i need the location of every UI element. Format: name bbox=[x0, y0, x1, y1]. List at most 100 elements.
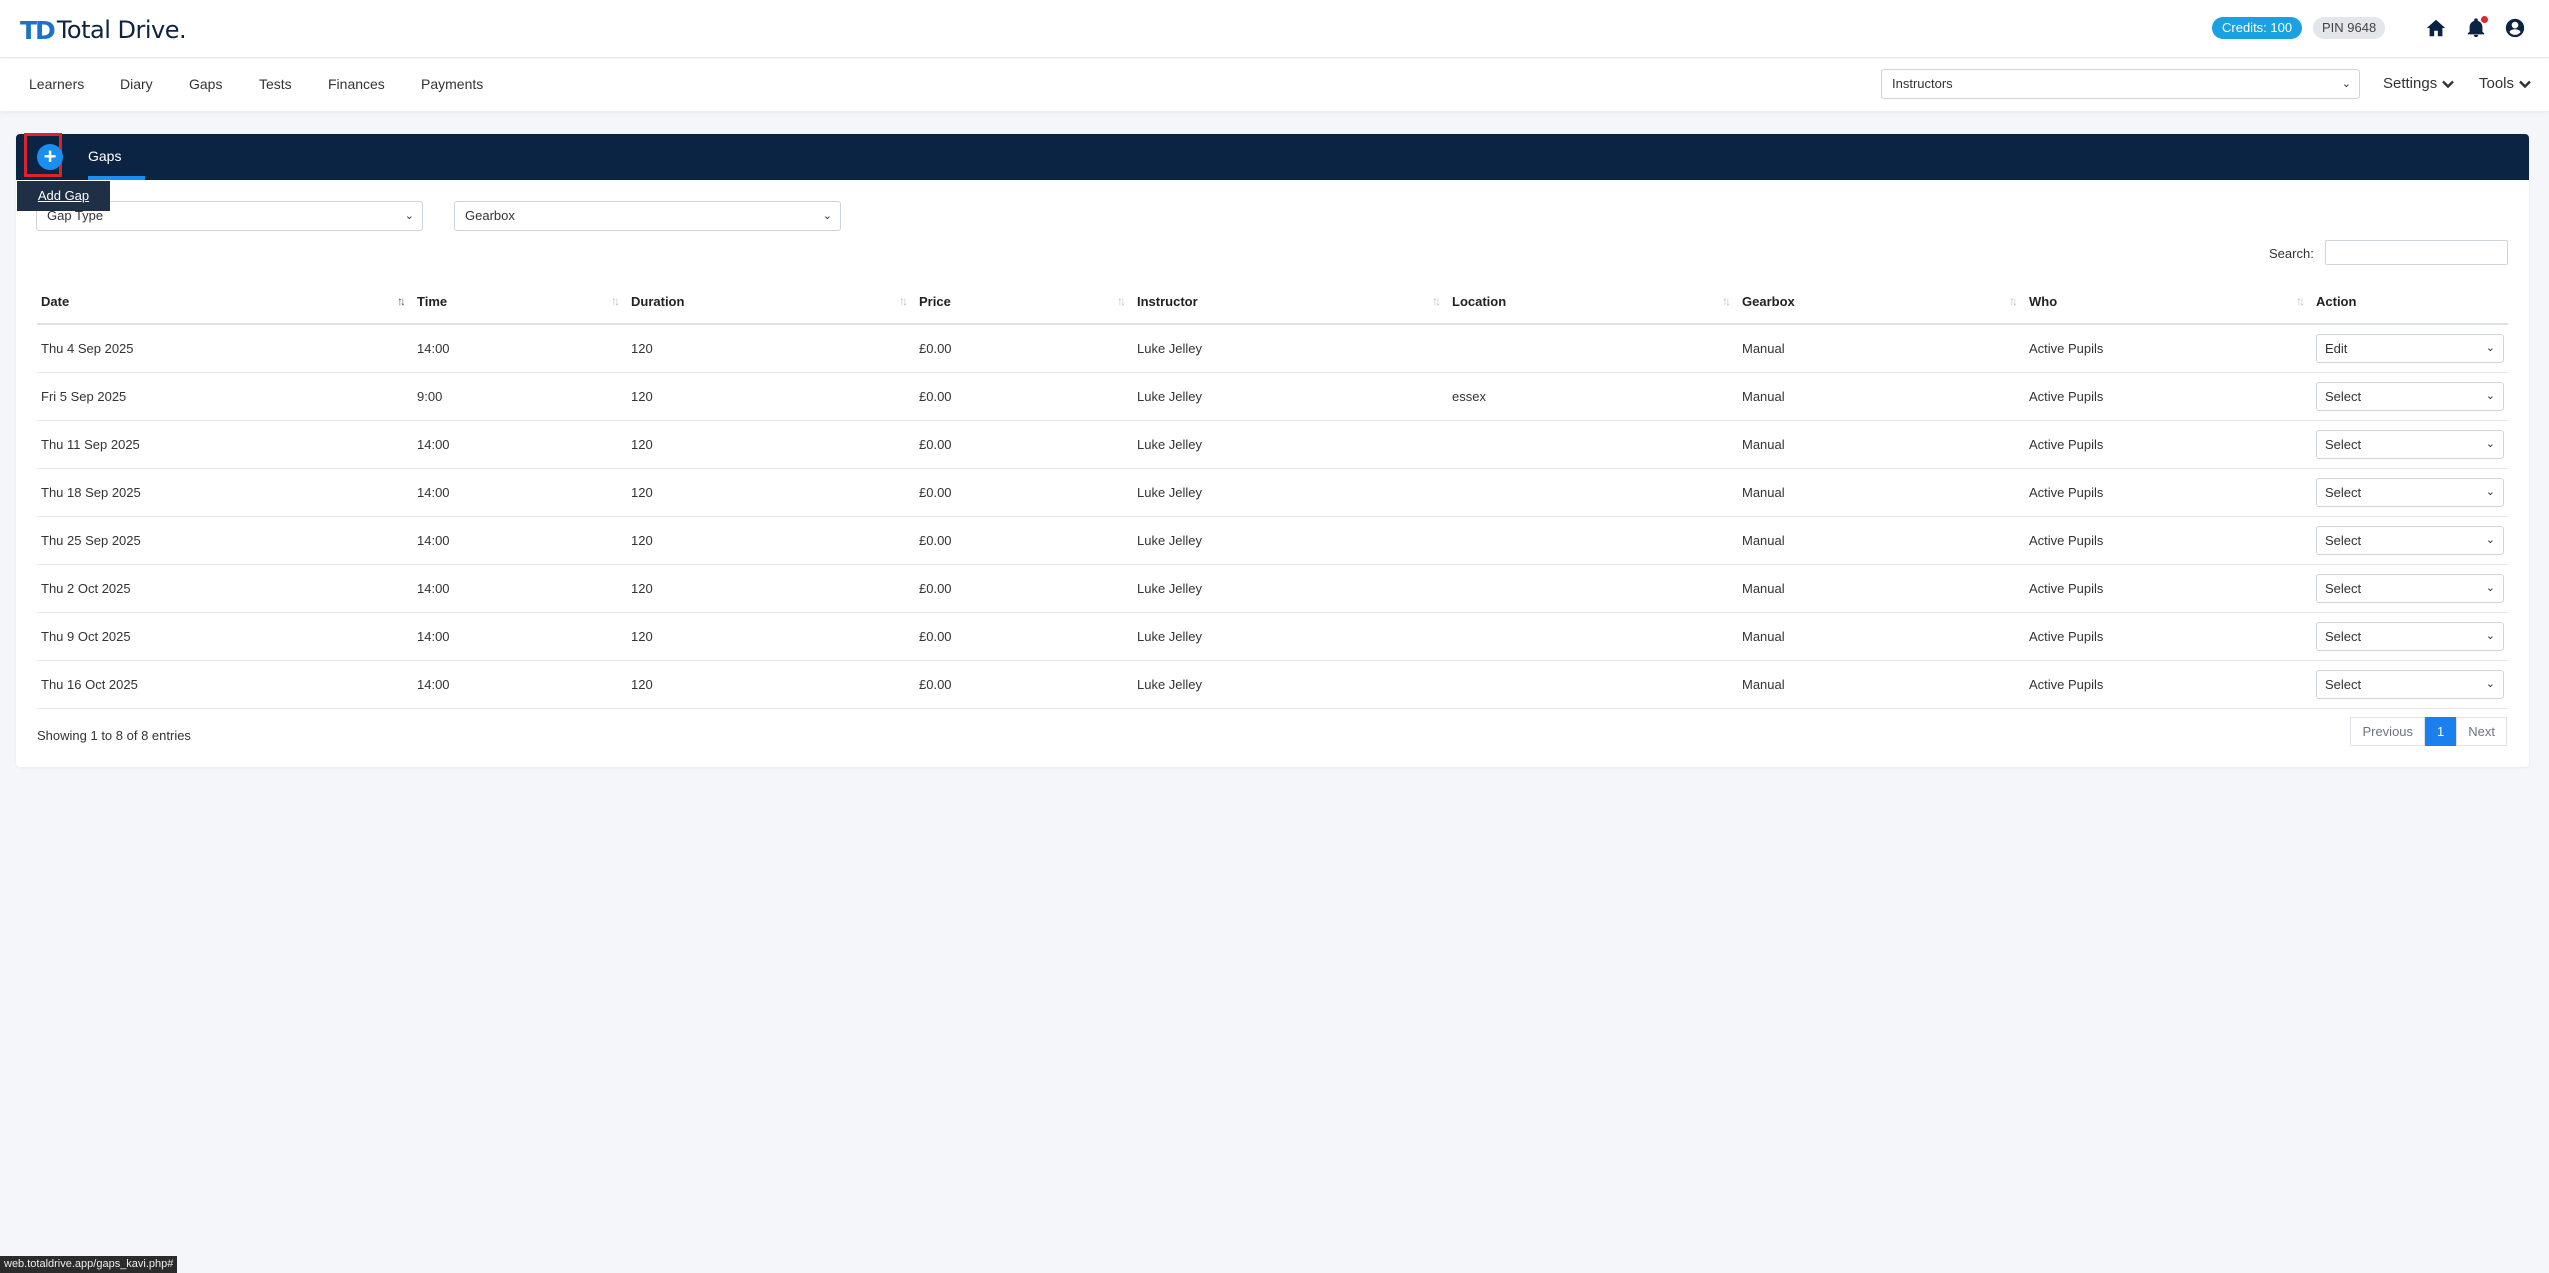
chevron-down-icon: ⌄ bbox=[822, 210, 832, 222]
nav-gaps[interactable]: Gaps bbox=[189, 76, 222, 92]
row-action-value: Select bbox=[2325, 484, 2362, 500]
cell-price: £0.00 bbox=[915, 324, 1133, 373]
cell-instructor: Luke Jelley bbox=[1133, 516, 1448, 565]
cell-time: 14:00 bbox=[413, 468, 627, 517]
col-time[interactable]: Time ↑↓ bbox=[413, 280, 627, 325]
home-icon[interactable] bbox=[2424, 16, 2448, 40]
cell-who: Active Pupils bbox=[2025, 324, 2312, 373]
instructor-select[interactable]: Instructors ⌄ bbox=[1881, 69, 2360, 99]
cell-location bbox=[1448, 324, 1738, 373]
pagination-previous[interactable]: Previous bbox=[2350, 717, 2426, 746]
col-gearbox[interactable]: Gearbox ↑↓ bbox=[1738, 280, 2025, 325]
cell-who: Active Pupils bbox=[2025, 612, 2312, 661]
row-action-select[interactable]: Select ⌄ bbox=[2316, 381, 2504, 411]
cell-who: Active Pupils bbox=[2025, 420, 2312, 469]
nav-diary[interactable]: Diary bbox=[120, 76, 153, 92]
cell-instructor: Luke Jelley bbox=[1133, 372, 1448, 421]
cell-location bbox=[1448, 564, 1738, 613]
gearbox-filter[interactable]: Gearbox ⌄ bbox=[454, 201, 841, 231]
col-who[interactable]: Who ↑↓ bbox=[2025, 280, 2312, 325]
nav-learners[interactable]: Learners bbox=[29, 76, 84, 92]
cell-gearbox: Manual bbox=[1738, 324, 2025, 373]
cell-time: 14:00 bbox=[413, 420, 627, 469]
user-account-icon[interactable] bbox=[2503, 16, 2527, 40]
cell-action: Select ⌄ bbox=[2312, 516, 2508, 565]
pagination-next[interactable]: Next bbox=[2456, 717, 2507, 746]
cell-who: Active Pupils bbox=[2025, 564, 2312, 613]
cell-action: Select ⌄ bbox=[2312, 660, 2508, 709]
cell-location bbox=[1448, 660, 1738, 709]
notification-dot bbox=[2481, 16, 2488, 23]
cell-instructor: Luke Jelley bbox=[1133, 420, 1448, 469]
row-action-value: Select bbox=[2325, 580, 2362, 596]
cell-price: £0.00 bbox=[915, 516, 1133, 565]
table-row: Thu 16 Oct 2025 14:00 120 £0.00 Luke Jelley M… bbox=[37, 660, 2508, 709]
cell-time: 14:00 bbox=[413, 612, 627, 661]
sort-asc-icon: ↑↓ bbox=[397, 294, 406, 308]
table-header-row: Date ↑↓ Time ↑↓ Duration ↑↓ Price ↑↓ Instruc… bbox=[37, 280, 2508, 325]
col-instructor[interactable]: Instructor ↑↓ bbox=[1133, 280, 1448, 325]
cell-price: £0.00 bbox=[915, 564, 1133, 613]
table-row: Thu 9 Oct 2025 14:00 120 £0.00 Luke Jelley Ma… bbox=[37, 612, 2508, 661]
table-row: Thu 2 Oct 2025 14:00 120 £0.00 Luke Jelley Ma… bbox=[37, 564, 2508, 613]
cell-duration: 120 bbox=[627, 420, 915, 469]
cell-date: Thu 18 Sep 2025 bbox=[37, 468, 413, 517]
row-action-select[interactable]: Select ⌄ bbox=[2316, 525, 2504, 555]
bell-icon[interactable] bbox=[2464, 16, 2488, 40]
search-label: Search: bbox=[2269, 246, 2314, 261]
credits-badge[interactable]: Credits: 100 bbox=[2212, 17, 2303, 39]
row-action-select[interactable]: Select ⌄ bbox=[2316, 477, 2504, 507]
add-gap-tooltip: Add Gap bbox=[17, 181, 110, 211]
nav-tests[interactable]: Tests bbox=[259, 76, 292, 92]
cell-who: Active Pupils bbox=[2025, 468, 2312, 517]
tools-menu[interactable]: Tools bbox=[2479, 75, 2531, 92]
cell-who: Active Pupils bbox=[2025, 516, 2312, 565]
row-action-value: Edit bbox=[2325, 340, 2348, 356]
cell-gearbox: Manual bbox=[1738, 516, 2025, 565]
chevron-down-icon bbox=[2519, 80, 2531, 88]
row-action-select[interactable]: Select ⌄ bbox=[2316, 429, 2504, 459]
cell-action: Edit ⌄ bbox=[2312, 324, 2508, 373]
cell-duration: 120 bbox=[627, 516, 915, 565]
cell-instructor: Luke Jelley bbox=[1133, 612, 1448, 661]
settings-menu[interactable]: Settings bbox=[2383, 75, 2455, 92]
sort-icon: ↑↓ bbox=[2009, 294, 2018, 308]
cell-instructor: Luke Jelley bbox=[1133, 660, 1448, 709]
chevron-down-icon: ⌄ bbox=[404, 210, 414, 222]
row-action-select[interactable]: Select ⌄ bbox=[2316, 669, 2504, 699]
row-action-select[interactable]: Select ⌄ bbox=[2316, 621, 2504, 651]
add-gap-button[interactable]: + bbox=[37, 144, 63, 170]
col-location[interactable]: Location ↑↓ bbox=[1448, 280, 1738, 325]
chevron-down-icon: ⌄ bbox=[2485, 437, 2495, 450]
table-body: Thu 4 Sep 2025 14:00 120 £0.00 Luke Jelley Ma… bbox=[37, 324, 2508, 709]
row-action-select[interactable]: Select ⌄ bbox=[2316, 573, 2504, 603]
cell-gearbox: Manual bbox=[1738, 660, 2025, 709]
pagination-page-1[interactable]: 1 bbox=[2425, 717, 2457, 746]
cell-price: £0.00 bbox=[915, 660, 1133, 709]
cell-time: 9:00 bbox=[413, 372, 627, 421]
col-price[interactable]: Price ↑↓ bbox=[915, 280, 1133, 325]
cell-time: 14:00 bbox=[413, 324, 627, 373]
search-input[interactable] bbox=[2325, 240, 2508, 265]
cell-gearbox: Manual bbox=[1738, 612, 2025, 661]
nav-finances[interactable]: Finances bbox=[328, 76, 385, 92]
total-drive-logo[interactable]: TD Total Drive. bbox=[20, 15, 187, 45]
chevron-down-icon: ⌄ bbox=[2485, 677, 2495, 690]
cell-action: Select ⌄ bbox=[2312, 468, 2508, 517]
cell-price: £0.00 bbox=[915, 420, 1133, 469]
row-action-select[interactable]: Edit ⌄ bbox=[2316, 333, 2504, 363]
nav-payments[interactable]: Payments bbox=[421, 76, 483, 92]
top-header: TD Total Drive. Credits: 100 PIN 9648 bbox=[0, 0, 2549, 58]
tab-gaps[interactable]: Gaps bbox=[88, 148, 121, 164]
cell-duration: 120 bbox=[627, 468, 915, 517]
cell-duration: 120 bbox=[627, 324, 915, 373]
sort-icon: ↑↓ bbox=[611, 294, 620, 308]
cell-duration: 120 bbox=[627, 660, 915, 709]
cell-action: Select ⌄ bbox=[2312, 420, 2508, 469]
logo-text: Total Drive. bbox=[56, 16, 187, 44]
status-url: web.totaldrive.app/gaps_kavi.php# bbox=[0, 1256, 178, 1273]
cell-action: Select ⌄ bbox=[2312, 564, 2508, 613]
col-date[interactable]: Date ↑↓ bbox=[37, 280, 413, 325]
cell-time: 14:00 bbox=[413, 516, 627, 565]
col-duration[interactable]: Duration ↑↓ bbox=[627, 280, 915, 325]
